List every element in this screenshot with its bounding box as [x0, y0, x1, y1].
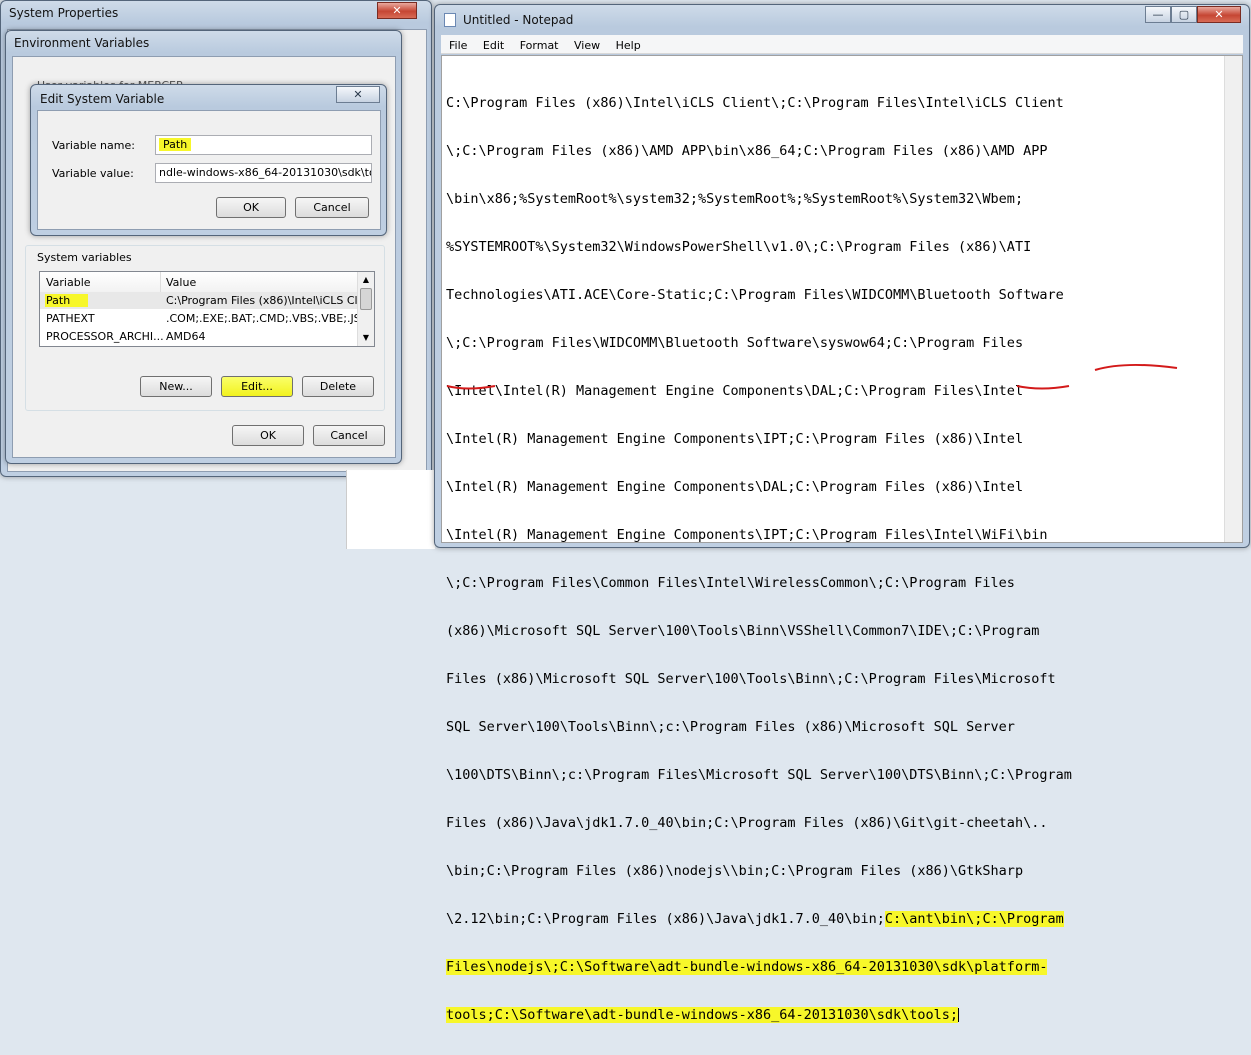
- text-line: Files (x86)\Microsoft SQL Server\100\Too…: [446, 671, 1056, 687]
- row-variable: Path: [45, 294, 89, 307]
- table-row[interactable]: PROCESSOR_ARCHI... AMD64: [40, 328, 360, 345]
- edit-button[interactable]: Edit...: [221, 376, 293, 397]
- menu-edit[interactable]: Edit: [483, 39, 504, 52]
- text-line: Technologies\ATI.ACE\Core-Static;C:\Prog…: [446, 287, 1064, 303]
- system-properties-caption: ✕: [377, 2, 417, 19]
- environment-variables-title: Environment Variables: [14, 36, 150, 50]
- maximize-icon[interactable]: ▢: [1171, 6, 1197, 23]
- text-line: %SYSTEMROOT%\System32\WindowsPowerShell\…: [446, 239, 1032, 255]
- system-properties-title: System Properties: [9, 6, 119, 20]
- notepad-title: Untitled - Notepad: [463, 13, 574, 27]
- variable-name-label: Variable name:: [52, 139, 135, 152]
- editor-scrollbar[interactable]: [1224, 56, 1242, 542]
- text-segment: \2.12\bin;C:\Program Files (x86)\Java\jd…: [446, 911, 885, 927]
- close-icon[interactable]: ✕: [377, 2, 417, 19]
- text-line: Files\nodejs\;C:\Software\adt-bundle-win…: [446, 959, 1206, 975]
- notepad-icon: [444, 13, 456, 27]
- system-variables-table[interactable]: Variable Value Path C:\Program Files (x8…: [39, 271, 375, 347]
- table-header: Variable Value: [40, 272, 360, 293]
- notepad-caption: — ▢ ✕: [1145, 6, 1241, 23]
- table-row[interactable]: PATHEXT .COM;.EXE;.BAT;.CMD;.VBS;.VBE;.J…: [40, 310, 360, 327]
- row-value: .COM;.EXE;.BAT;.CMD;.VBS;.VBE;.JS;...: [166, 312, 358, 325]
- variable-value-label: Variable value:: [52, 167, 134, 180]
- row-variable: PROCESSOR_ARCHI...: [46, 330, 164, 343]
- text-line: tools;C:\Software\adt-bundle-windows-x86…: [446, 1007, 1206, 1023]
- menu-view[interactable]: View: [574, 39, 600, 52]
- edit-var-caption: ✕: [336, 86, 380, 103]
- text-line: \bin\x86;%SystemRoot%\system32;%SystemRo…: [446, 191, 1024, 207]
- edit-system-variable-title: Edit System Variable: [40, 92, 165, 106]
- text-line: \Intel(R) Management Engine Components\I…: [446, 431, 1024, 447]
- edit-system-variable-body: Variable name: Path Variable value: ndle…: [37, 110, 381, 230]
- text-line: Files (x86)\Java\jdk1.7.0_40\bin;C:\Prog…: [446, 815, 1048, 831]
- edit-system-variable-window: Edit System Variable ✕ Variable name: Pa…: [30, 84, 387, 236]
- highlighted-text: tools;C:\Software\adt-bundle-windows-x86…: [446, 1007, 959, 1023]
- close-icon[interactable]: ✕: [1197, 6, 1241, 23]
- highlighted-text: Files\nodejs\;C:\Software\adt-bundle-win…: [446, 959, 1048, 975]
- scroll-down-icon[interactable]: ▼: [358, 330, 374, 346]
- menu-file[interactable]: File: [449, 39, 467, 52]
- column-value[interactable]: Value: [166, 276, 196, 289]
- variable-name-value: Path: [159, 138, 192, 151]
- menu-format[interactable]: Format: [520, 39, 559, 52]
- text-line: \2.12\bin;C:\Program Files (x86)\Java\jd…: [446, 911, 1206, 927]
- row-variable: PATHEXT: [46, 312, 95, 325]
- table-scrollbar[interactable]: ▲ ▼: [357, 272, 374, 346]
- column-variable[interactable]: Variable: [46, 276, 91, 289]
- text-line: \100\DTS\Binn\;c:\Program Files\Microsof…: [446, 767, 1072, 783]
- scroll-up-icon[interactable]: ▲: [358, 272, 374, 288]
- text-line: SQL Server\100\Tools\Binn\;c:\Program Fi…: [446, 719, 1015, 735]
- ok-button[interactable]: OK: [216, 197, 286, 218]
- background-panel: [346, 470, 435, 549]
- text-line: \;C:\Program Files\WIDCOMM\Bluetooth Sof…: [446, 335, 1024, 351]
- text-line: \;C:\Program Files (x86)\AMD APP\bin\x86…: [446, 143, 1048, 159]
- highlighted-text: C:\ant\bin\;C:\Program: [884, 911, 1064, 927]
- text-line: C:\Program Files (x86)\Intel\iCLS Client…: [446, 95, 1064, 111]
- variable-value-field[interactable]: ndle-windows-x86_64-20131030\sdk\tools;: [155, 163, 372, 183]
- text-line: (x86)\Microsoft SQL Server\100\Tools\Bin…: [446, 623, 1040, 639]
- minimize-icon[interactable]: —: [1145, 6, 1171, 23]
- text-line: \Intel\Intel(R) Management Engine Compon…: [446, 383, 1024, 399]
- scroll-thumb[interactable]: [360, 288, 372, 310]
- text-line: \Intel(R) Management Engine Components\I…: [446, 527, 1048, 543]
- ok-button[interactable]: OK: [232, 425, 304, 446]
- notepad-text[interactable]: C:\Program Files (x86)\Intel\iCLS Client…: [446, 63, 1206, 1055]
- text-line: \;C:\Program Files\Common Files\Intel\Wi…: [446, 575, 1015, 591]
- row-value: C:\Program Files (x86)\Intel\iCLS Client: [166, 294, 358, 307]
- text-caret: [958, 1008, 960, 1022]
- close-icon[interactable]: ✕: [336, 86, 380, 103]
- variable-name-field[interactable]: Path: [155, 135, 372, 155]
- notepad-window: Untitled - Notepad — ▢ ✕ File Edit Forma…: [434, 4, 1250, 1023]
- menu-help[interactable]: Help: [616, 39, 641, 52]
- cancel-button[interactable]: Cancel: [313, 425, 385, 446]
- text-line: \Intel(R) Management Engine Components\D…: [446, 479, 1024, 495]
- delete-button[interactable]: Delete: [302, 376, 374, 397]
- new-button[interactable]: New...: [140, 376, 212, 397]
- row-value: AMD64: [166, 330, 206, 343]
- cancel-button[interactable]: Cancel: [295, 197, 369, 218]
- table-row[interactable]: Path C:\Program Files (x86)\Intel\iCLS C…: [40, 292, 360, 309]
- menu-bar: File Edit Format View Help: [441, 35, 1243, 54]
- system-variables-label: System variables: [37, 251, 132, 264]
- text-line: \bin;C:\Program Files (x86)\nodejs\\bin;…: [446, 863, 1024, 879]
